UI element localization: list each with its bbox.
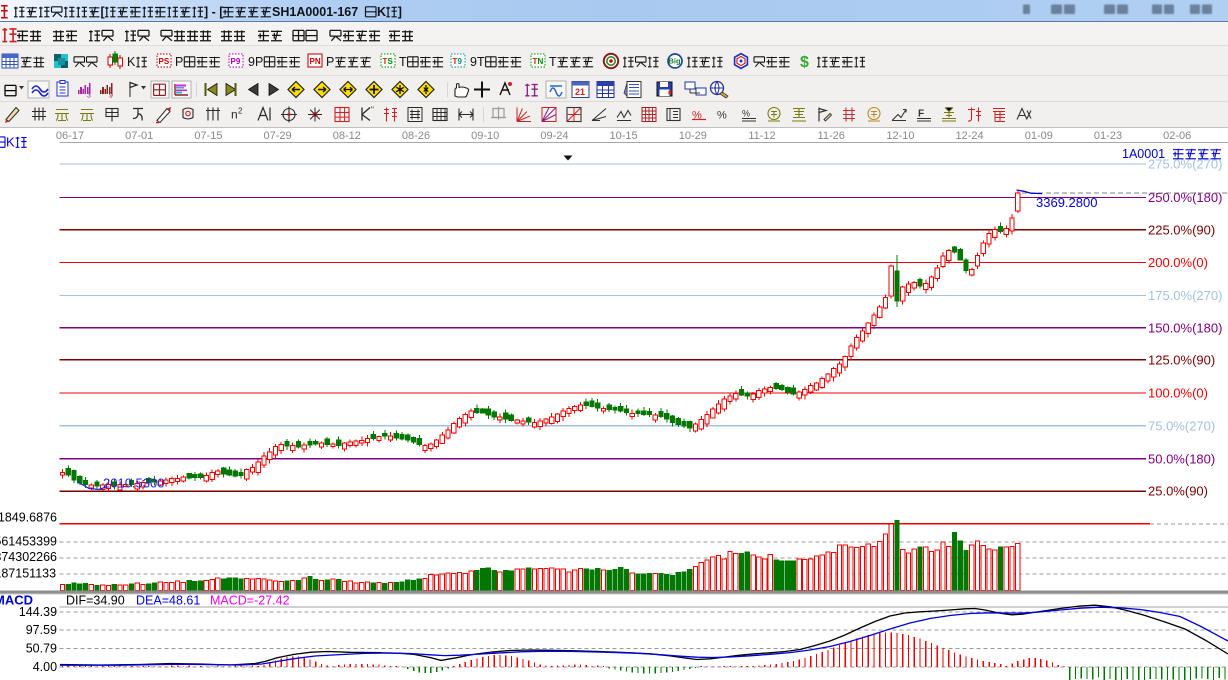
svg-text:275.0%(270): 275.0%(270) [1148,157,1222,172]
svg-text:01-09: 01-09 [1025,130,1053,142]
svg-text:P9: P9 [231,57,241,66]
svg-text:11-26: 11-26 [818,130,845,142]
svg-text:PS: PS [159,57,170,66]
svg-text:DIF=34.90: DIF=34.90 [66,594,125,608]
svg-text:21: 21 [575,87,585,97]
svg-text:9: 9 [109,93,113,100]
svg-text:10-29: 10-29 [679,130,707,142]
svg-text:08-26: 08-26 [402,130,430,142]
svg-text:144.39: 144.39 [19,605,57,619]
svg-text:$: $ [800,54,809,71]
svg-text:9P: 9P [248,55,263,69]
svg-text:08-12: 08-12 [333,130,361,142]
svg-text:P: P [326,55,334,69]
svg-text:150.0%(180): 150.0%(180) [1148,320,1222,335]
svg-text:3: 3 [87,93,91,100]
svg-text:12-24: 12-24 [956,130,984,142]
svg-text:2: 2 [238,107,243,116]
svg-text:1849.6876: 1849.6876 [0,511,57,525]
svg-text:F: F [918,109,924,120]
svg-text:50.0%(180): 50.0%(180) [1148,451,1215,466]
svg-text:10-15: 10-15 [610,130,638,142]
svg-text:97.59: 97.59 [26,623,57,637]
svg-text:DEA=48.61: DEA=48.61 [136,594,200,608]
svg-text:S: S [388,57,394,66]
svg-text:187151133: 187151133 [0,567,56,581]
svg-text:] - [: ] - [ [204,5,224,19]
svg-text:09-10: 09-10 [471,130,499,142]
svg-text:MACD=-27.42: MACD=-27.42 [210,594,290,608]
svg-text:12-10: 12-10 [886,130,914,142]
svg-text:200.0%(0): 200.0%(0) [1148,255,1208,270]
svg-text:9: 9 [458,57,463,66]
svg-text:225.0%(90): 225.0%(90) [1148,222,1215,237]
svg-text:11-12: 11-12 [748,130,775,142]
svg-text:PN: PN [310,57,321,66]
svg-text:175.0%(270): 175.0%(270) [1148,288,1222,303]
svg-text:K: K [127,55,136,69]
svg-text:": " [371,106,374,115]
svg-text:01-23: 01-23 [1094,130,1122,142]
svg-text:07-01: 07-01 [125,130,153,142]
svg-text:Big: Big [669,57,682,66]
svg-text:374302266: 374302266 [0,550,57,564]
svg-text:75.0%(270): 75.0%(270) [1148,418,1215,433]
svg-text:06-17: 06-17 [56,130,84,142]
svg-text:N: N [538,57,544,66]
svg-text:25.0%(90): 25.0%(90) [1148,484,1208,499]
svg-text:%: % [717,110,727,122]
svg-text:2010.5300: 2010.5300 [103,476,164,491]
svg-text:T: T [399,55,407,69]
svg-text:07-29: 07-29 [264,130,292,142]
svg-text:SH1A0001-167: SH1A0001-167 [272,5,358,19]
svg-text:3369.2800: 3369.2800 [1036,195,1097,210]
svg-text:50.79: 50.79 [26,642,57,656]
svg-text:561453399: 561453399 [0,535,57,549]
svg-text:100.0%(0): 100.0%(0) [1148,386,1208,401]
svg-text:07-15: 07-15 [194,130,222,142]
svg-text:n: n [231,108,238,122]
svg-text:K: K [377,5,386,19]
svg-text:09-24: 09-24 [540,130,568,142]
svg-text:%: % [742,109,750,119]
svg-text:9T: 9T [470,55,485,69]
svg-text:125.0%(90): 125.0%(90) [1148,352,1215,367]
svg-text:]: ] [398,5,402,19]
svg-text:4.00: 4.00 [33,660,57,674]
svg-text:250.0%(180): 250.0%(180) [1148,190,1222,205]
svg-text:02-06: 02-06 [1163,130,1191,142]
svg-text:T: T [549,55,557,69]
svg-text:P: P [175,55,183,69]
svg-text:K: K [6,135,15,150]
